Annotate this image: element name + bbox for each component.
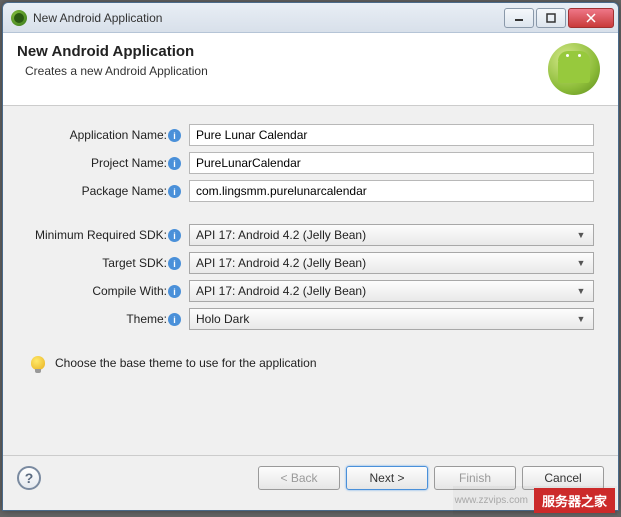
chevron-down-icon: ▼ [573, 286, 589, 296]
android-logo-icon [548, 43, 600, 95]
lightbulb-icon [31, 356, 45, 370]
project-name-input[interactable] [189, 152, 594, 174]
window-title: New Android Application [33, 11, 504, 25]
maximize-icon [546, 13, 556, 23]
titlebar: New Android Application [3, 3, 618, 33]
dialog-window: New Android Application New Android Appl… [2, 2, 619, 511]
label-project-name: Project Name:i [27, 156, 183, 171]
info-icon[interactable]: i [168, 285, 181, 298]
watermark-url: www.zzvips.com [455, 495, 528, 506]
target-sdk-combo[interactable]: API 17: Android 4.2 (Jelly Bean) ▼ [189, 252, 594, 274]
info-icon[interactable]: i [168, 185, 181, 198]
label-min-sdk: Minimum Required SDK:i [27, 228, 183, 243]
info-icon[interactable]: i [168, 313, 181, 326]
label-target-sdk: Target SDK:i [27, 256, 183, 271]
maximize-button[interactable] [536, 8, 566, 28]
info-icon[interactable]: i [168, 129, 181, 142]
watermark: www.zzvips.com 服务器之家 [453, 486, 617, 515]
window-controls [504, 8, 614, 28]
chevron-down-icon: ▼ [573, 314, 589, 324]
label-application-name: Application Name:i [27, 128, 183, 143]
info-icon[interactable]: i [168, 229, 181, 242]
next-button[interactable]: Next > [346, 466, 428, 490]
banner-subtitle: Creates a new Android Application [17, 64, 548, 78]
form-content: Application Name:i Project Name:i Packag… [3, 106, 618, 455]
android-app-icon [11, 10, 27, 26]
package-name-input[interactable] [189, 180, 594, 202]
chevron-down-icon: ▼ [573, 230, 589, 240]
label-package-name: Package Name:i [27, 184, 183, 199]
info-icon[interactable]: i [168, 157, 181, 170]
label-compile-with: Compile With:i [27, 284, 183, 299]
minimize-icon [514, 13, 524, 23]
chevron-down-icon: ▼ [573, 258, 589, 268]
close-button[interactable] [568, 8, 614, 28]
info-icon[interactable]: i [168, 257, 181, 270]
minimize-button[interactable] [504, 8, 534, 28]
compile-with-combo[interactable]: API 17: Android 4.2 (Jelly Bean) ▼ [189, 280, 594, 302]
watermark-badge: 服务器之家 [534, 488, 615, 513]
close-icon [586, 13, 596, 23]
application-name-input[interactable] [189, 124, 594, 146]
banner-title: New Android Application [17, 43, 548, 60]
hint-row: Choose the base theme to use for the app… [27, 356, 594, 370]
help-button[interactable]: ? [17, 466, 41, 490]
back-button[interactable]: < Back [258, 466, 340, 490]
hint-text: Choose the base theme to use for the app… [55, 356, 317, 370]
banner: New Android Application Creates a new An… [3, 33, 618, 106]
label-theme: Theme:i [27, 312, 183, 327]
help-icon: ? [25, 470, 34, 486]
theme-combo[interactable]: Holo Dark ▼ [189, 308, 594, 330]
min-sdk-combo[interactable]: API 17: Android 4.2 (Jelly Bean) ▼ [189, 224, 594, 246]
